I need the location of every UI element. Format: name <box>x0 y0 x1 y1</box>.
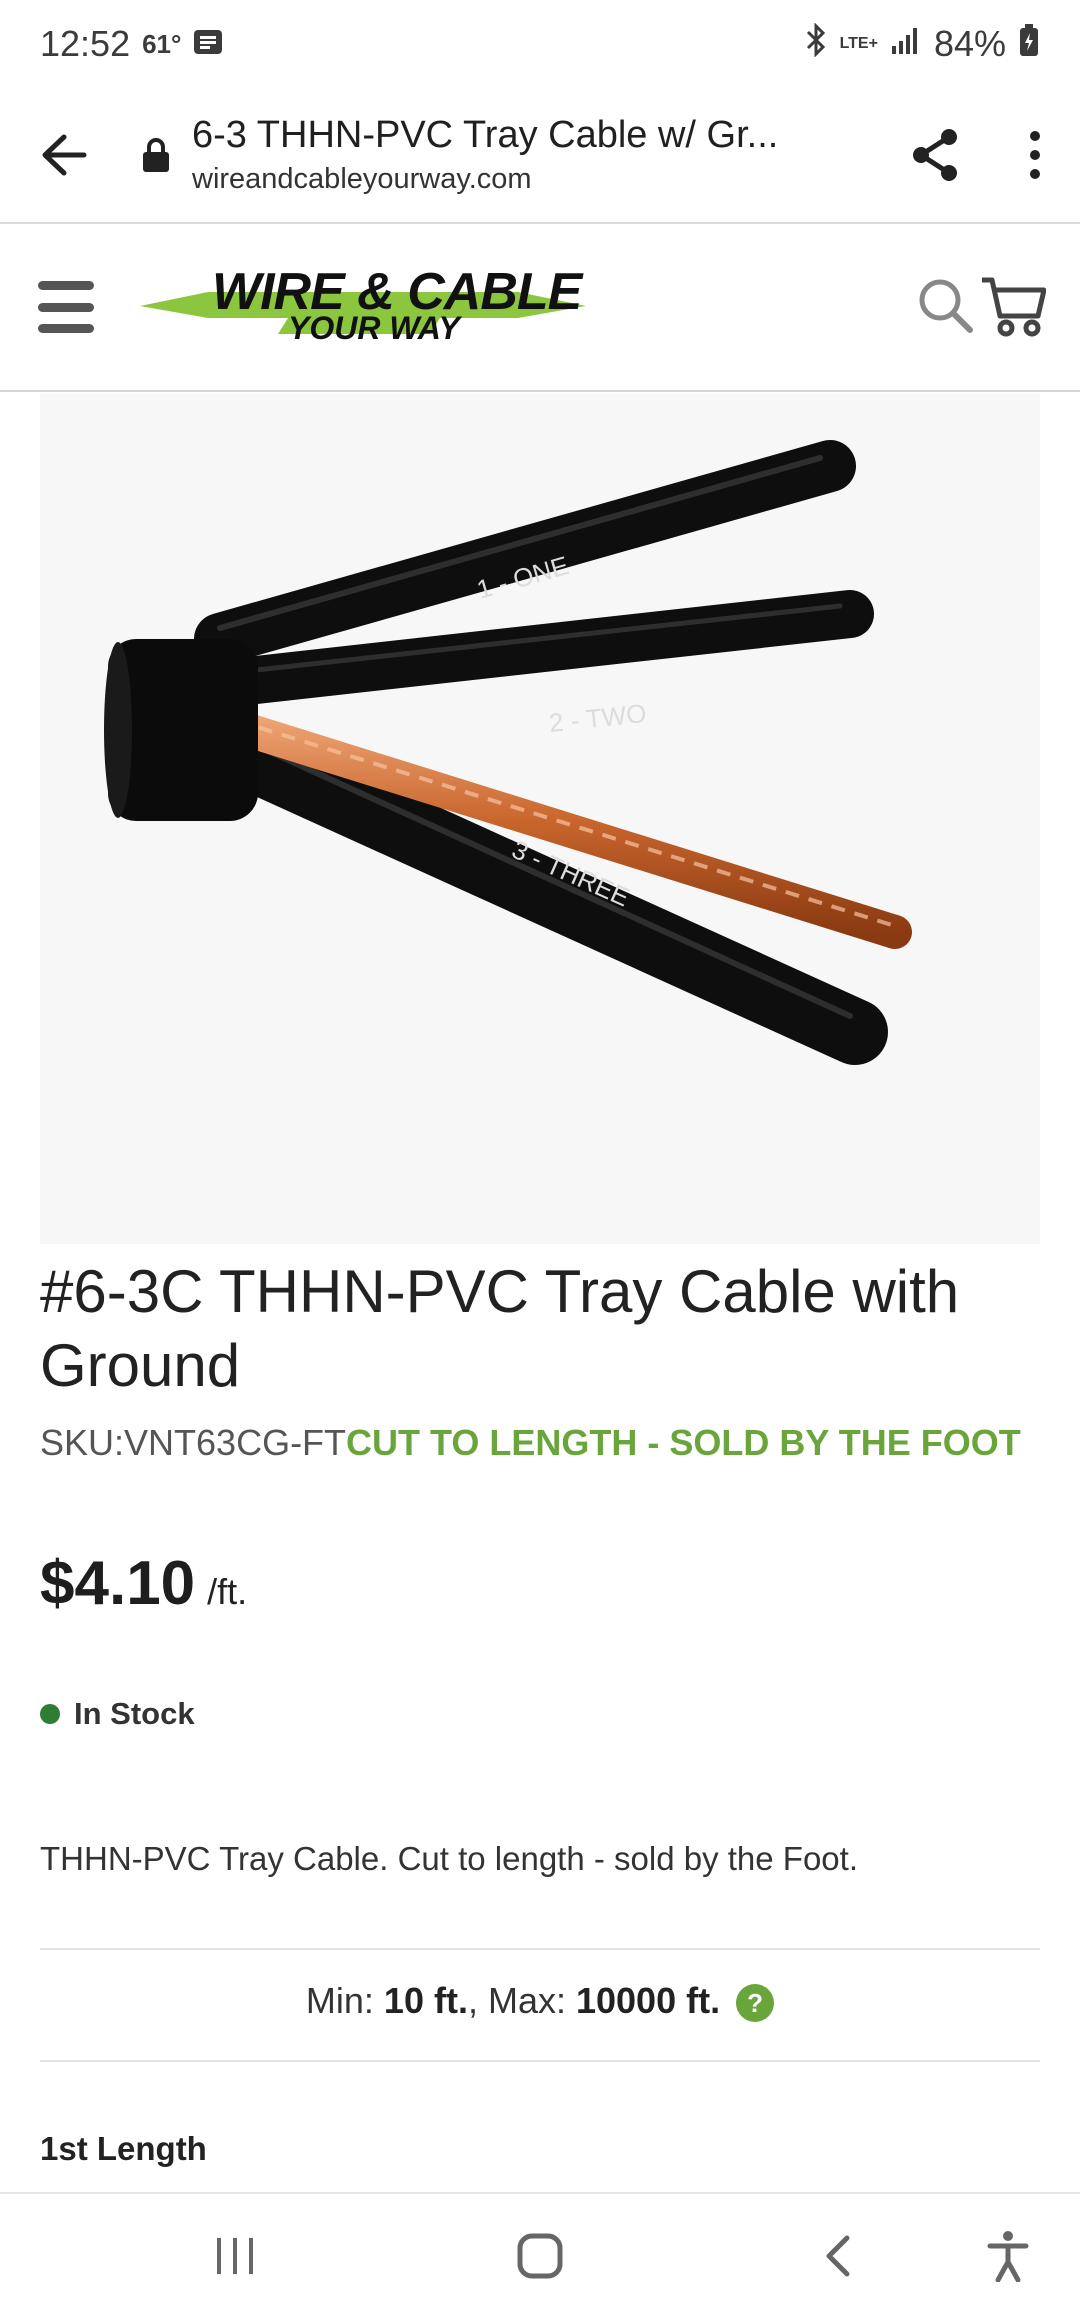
status-temperature: 61° <box>142 28 182 59</box>
notification-icon <box>193 29 223 60</box>
home-icon <box>517 2233 563 2279</box>
lock-icon[interactable] <box>120 136 192 174</box>
search-button[interactable] <box>918 278 974 339</box>
system-nav-bar <box>0 2192 1080 2316</box>
recent-apps-icon <box>217 2238 253 2274</box>
accessibility-icon <box>987 2231 1029 2282</box>
page-title-tab: 6-3 THHN-PVC Tray Cable w/ Gr... <box>192 114 779 156</box>
max-label: , Max: <box>467 1980 576 2021</box>
stock-status: In Stock <box>40 1696 195 1732</box>
back-chevron-icon <box>826 2235 850 2277</box>
stock-indicator-dot <box>40 1704 60 1724</box>
page-url: wireandcableyourway.com <box>192 163 532 195</box>
status-time: 12:52 <box>40 23 131 64</box>
sku-line: SKU:VNT63CG-FTCUT TO LENGTH - SOLD BY TH… <box>40 1422 1021 1464</box>
product-image[interactable]: 1 - ONE 2 - TWO 3 - THREE <box>40 394 1040 1244</box>
price-line: $4.10 /ft. <box>40 1548 247 1619</box>
menu-bar <box>38 281 94 290</box>
max-value: 10000 ft. <box>575 1980 721 2021</box>
product-title: #6-3C THHN-PVC Tray Cable with Ground <box>40 1258 960 1399</box>
divider <box>40 2060 1040 2062</box>
more-vertical-icon <box>1030 131 1040 179</box>
browser-toolbar: 6-3 THHN-PVC Tray Cable w/ Gr... wireand… <box>0 88 1080 224</box>
search-icon <box>919 279 973 333</box>
back-arrow-icon <box>42 134 87 176</box>
share-button[interactable] <box>880 87 990 223</box>
logo-text-secondary: YOUR WAY <box>288 310 460 346</box>
wire-label-two: 2 - TWO <box>547 698 647 738</box>
menu-button[interactable] <box>38 281 94 333</box>
divider <box>40 1948 1040 1950</box>
product-price: $4.10 <box>40 1549 196 1618</box>
network-type: LTE+ <box>839 35 878 52</box>
cable-jacket <box>104 639 258 821</box>
accessibility-button[interactable] <box>978 2194 1038 2316</box>
product-sku: SKU:VNT63CG-FT <box>40 1422 347 1463</box>
menu-bar <box>38 302 94 312</box>
min-label: Min: <box>305 1980 384 2021</box>
more-options-button[interactable] <box>990 87 1080 223</box>
cart-button[interactable] <box>980 276 1047 343</box>
battery-percent: 84% <box>933 23 1006 64</box>
recent-apps-button[interactable] <box>200 2194 270 2316</box>
signal-icon <box>890 23 922 65</box>
cart-icon <box>982 277 1047 337</box>
share-icon <box>913 129 957 181</box>
site-header: WIRE & CABLE YOUR WAY <box>0 224 1080 392</box>
site-logo[interactable]: WIRE & CABLE YOUR WAY <box>140 252 586 362</box>
battery-icon <box>1018 23 1040 66</box>
sale-note: CUT TO LENGTH - SOLD BY THE FOOT <box>346 1422 1021 1463</box>
help-icon[interactable]: ? <box>736 1984 775 2023</box>
menu-bar <box>38 324 94 333</box>
price-unit: /ft. <box>207 1571 248 1612</box>
product-description: THHN-PVC Tray Cable. Cut to length - sol… <box>40 1840 858 1877</box>
cable-illustration: 1 - ONE 2 - TWO 3 - THREE <box>104 440 912 1065</box>
bluetooth-icon <box>804 21 828 66</box>
status-bar: 12:52 61° LTE+ 84% <box>0 0 1080 88</box>
length-label: 1st Length <box>40 2130 207 2167</box>
stock-text: In Stock <box>74 1696 195 1731</box>
system-back-button[interactable] <box>808 2194 868 2316</box>
min-max-info: Min: 10 ft., Max: 10000 ft. ? <box>0 1980 1080 2023</box>
back-button[interactable] <box>0 87 128 223</box>
min-value: 10 ft. <box>383 1980 468 2021</box>
status-right: LTE+ 84% <box>804 21 1040 66</box>
home-button[interactable] <box>505 2194 575 2316</box>
address-bar[interactable]: 6-3 THHN-PVC Tray Cable w/ Gr... wireand… <box>192 114 880 196</box>
